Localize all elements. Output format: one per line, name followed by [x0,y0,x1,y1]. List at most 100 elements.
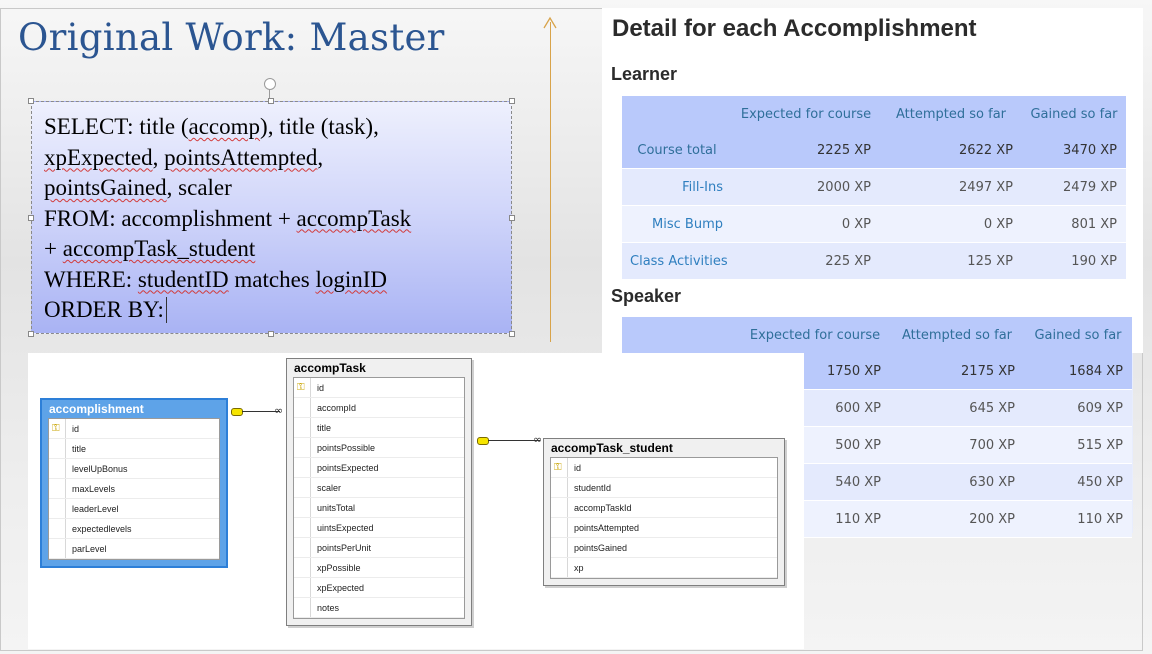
resize-handle-w[interactable] [28,215,34,221]
sql-line: xpExpected, pointsAttempted, [44,143,499,174]
resize-handle-n[interactable] [268,98,274,104]
field-row-selector[interactable] [551,498,568,517]
entity-field[interactable]: accompId [294,398,464,418]
entity-field[interactable]: expectedlevels [49,519,219,539]
spellcheck-word[interactable]: pointsGained [44,175,167,200]
field-row-selector[interactable]: ⚿ [49,419,66,438]
resize-handle-se[interactable] [509,331,515,337]
field-row-selector[interactable] [294,438,311,457]
field-row-selector[interactable] [551,538,568,557]
entity-field[interactable]: ⚿ id [551,458,777,478]
entity-field[interactable]: title [49,439,219,459]
entity-field[interactable]: unitsTotal [294,498,464,518]
field-name: unitsTotal [317,503,356,513]
field-row-selector[interactable] [49,519,66,538]
spellcheck-word[interactable]: studentID [138,267,229,292]
sql-line: WHERE: studentID matches loginID [44,265,499,296]
field-row-selector[interactable] [294,578,311,597]
up-arrow-line[interactable] [550,22,551,342]
entity-field[interactable]: xpPossible [294,558,464,578]
entity-field[interactable]: ⚿ id [294,378,464,398]
field-row-selector[interactable] [294,458,311,477]
field-name: id [317,383,325,393]
entity-field[interactable]: xp [551,558,777,578]
field-row-selector[interactable] [551,478,568,497]
table-row: Misc Bump 0 XP 0 XP 801 XP [622,205,1126,243]
slide-title[interactable]: Original Work: Master [18,16,445,59]
entity-accompTask[interactable]: accompTask ⚿ id accompId title pointsPossible… [286,358,472,626]
field-row-selector[interactable] [49,539,66,558]
field-name: id [574,463,582,473]
field-row-selector[interactable] [49,459,66,478]
entity-field[interactable]: pointsAttempted [551,518,777,538]
resize-handle-e[interactable] [509,215,515,221]
field-row-selector[interactable] [294,598,311,617]
entity-field[interactable]: studentId [551,478,777,498]
field-row-selector[interactable] [294,418,311,437]
entity-field[interactable]: ⚿ id [49,419,219,439]
spellcheck-word[interactable]: loginID [315,267,387,292]
spellcheck-word[interactable]: accompTask [297,206,412,231]
sql-textbox[interactable]: SELECT: title (accomp), title (task), xpE… [31,101,512,334]
row-label[interactable]: Class Activities [622,242,732,280]
entity-field[interactable]: accompTaskId [551,498,777,518]
spellcheck-word[interactable]: accompTask_student [63,236,256,261]
resize-handle-nw[interactable] [28,98,34,104]
field-row-selector[interactable] [551,558,568,577]
field-row-selector[interactable] [294,478,311,497]
entity-field[interactable]: pointsGained [551,538,777,558]
field-row-selector[interactable] [49,479,66,498]
field-row-selector[interactable] [294,558,311,577]
entity-name: accompTask [294,361,366,375]
resize-handle-ne[interactable] [509,98,515,104]
entity-accomplishment[interactable]: accomplishment ⚿ id title levelUpBonus maxLev… [40,398,228,568]
entity-field[interactable]: scaler [294,478,464,498]
field-row-selector[interactable] [551,518,568,537]
field-row-selector[interactable] [294,498,311,517]
entity-field[interactable]: notes [294,598,464,618]
primary-key-icon: ⚿ [297,382,305,393]
row-label: Course total [622,132,732,169]
spellcheck-word[interactable]: pointsAttempted [164,145,317,170]
spellcheck-word[interactable]: xpExpected [44,145,153,170]
entity-field[interactable]: uintsExpected [294,518,464,538]
field-row-selector[interactable] [49,439,66,458]
field-name: scaler [317,483,342,493]
entity-field[interactable]: title [294,418,464,438]
entity-field[interactable]: xpExpected [294,578,464,598]
field-row-selector[interactable] [49,499,66,518]
entity-field[interactable]: pointsExpected [294,458,464,478]
entity-field[interactable]: leaderLevel [49,499,219,519]
field-row-selector[interactable]: ⚿ [294,378,311,397]
table-cell: 2225 XP [732,132,880,169]
field-row-selector[interactable] [294,398,311,417]
sql-text: SELECT: title ( [44,114,189,139]
entity-field[interactable]: levelUpBonus [49,459,219,479]
entity-field[interactable]: maxLevels [49,479,219,499]
sql-line: + accompTask_student [44,234,499,265]
resize-handle-sw[interactable] [28,331,34,337]
entity-accompTask_student[interactable]: accompTask_student ⚿ id studentId accompTask… [543,438,785,586]
field-name: notes [317,603,340,613]
table-header-row: Expected for course Attempted so far Gaine… [622,96,1126,132]
field-name: expectedlevels [72,524,132,534]
row-label[interactable]: Fill-Ins [622,168,732,206]
text-cursor [165,297,167,323]
resize-handle-s[interactable] [268,331,274,337]
field-row-selector[interactable]: ⚿ [551,458,568,477]
row-label[interactable]: Misc Bump [622,205,732,243]
rotate-handle[interactable] [264,78,276,90]
field-row-selector[interactable] [294,538,311,557]
entity-field[interactable]: parLevel [49,539,219,559]
sql-line: SELECT: title (accomp), title (task), [44,112,499,143]
sql-text: ), title (task), [260,114,379,139]
field-name: title [317,423,332,433]
entity-field[interactable]: pointsPerUnit [294,538,464,558]
field-row-selector[interactable] [294,518,311,537]
column-header: Gained so far [1030,106,1118,122]
entity-field[interactable]: pointsPossible [294,438,464,458]
table-cell: 2175 XP [890,353,1024,390]
spellcheck-word[interactable]: accomp [189,114,261,139]
table-row: Class Activities 225 XP 125 XP 190 XP [622,242,1126,280]
column-header: Expected for course [740,106,872,122]
